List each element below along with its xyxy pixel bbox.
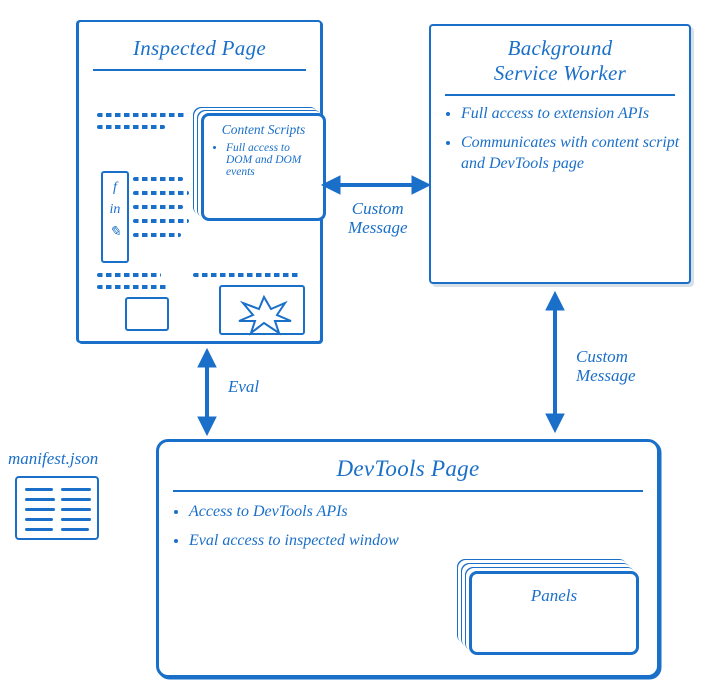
- social-strip: f in ✎: [101, 171, 129, 263]
- bgworker-title: Background Service Worker: [431, 26, 689, 92]
- devtools-bullet-1: Access to DevTools APIs: [189, 502, 457, 523]
- arrow-inspected-bgworker: [322, 170, 430, 200]
- inspected-page-title: Inspected Page: [79, 22, 320, 67]
- twitter-icon: ✎: [103, 222, 127, 244]
- label-custom-message-top: Custom Message: [348, 200, 407, 237]
- panels-title: Panels: [472, 586, 636, 606]
- arrow-eval: [192, 349, 222, 435]
- bgworker-bullet-1: Full access to extension APIs: [461, 104, 689, 125]
- panels-box: Panels: [469, 571, 639, 655]
- background-service-worker-box: Background Service Worker Full access to…: [429, 24, 691, 284]
- manifest-label: manifest.json: [8, 450, 98, 469]
- devtools-page-box: DevTools Page Access to DevTools APIs Ev…: [156, 439, 660, 678]
- manifest-box: [15, 476, 99, 540]
- content-scripts-title: Content Scripts: [210, 122, 317, 138]
- facebook-icon: f: [103, 177, 127, 199]
- linkedin-icon: in: [103, 199, 127, 221]
- devtools-title: DevTools Page: [159, 442, 657, 488]
- bgworker-bullet-2: Communicates with content script and Dev…: [461, 133, 689, 175]
- devtools-bullet-2: Eval access to inspected window: [189, 531, 457, 552]
- content-scripts-box: Content Scripts Full access to DOM and D…: [201, 113, 326, 221]
- doodle-box: [125, 297, 169, 331]
- inspected-page-box: Inspected Page f in ✎ Content Scripts Fu…: [77, 20, 322, 343]
- divider: [445, 94, 675, 96]
- label-custom-message-right: Custom Message: [576, 348, 635, 385]
- doodle-starburst: [219, 285, 305, 335]
- inspected-page-content-area: f in ✎ Content Scripts Full access to DO…: [89, 107, 310, 331]
- arrow-custom-message-right: [540, 292, 570, 432]
- divider: [173, 490, 643, 492]
- starburst-icon: [221, 287, 307, 337]
- content-scripts-bullet: Full access to DOM and DOM events: [226, 142, 317, 178]
- divider: [93, 69, 306, 71]
- label-eval: Eval: [228, 378, 259, 397]
